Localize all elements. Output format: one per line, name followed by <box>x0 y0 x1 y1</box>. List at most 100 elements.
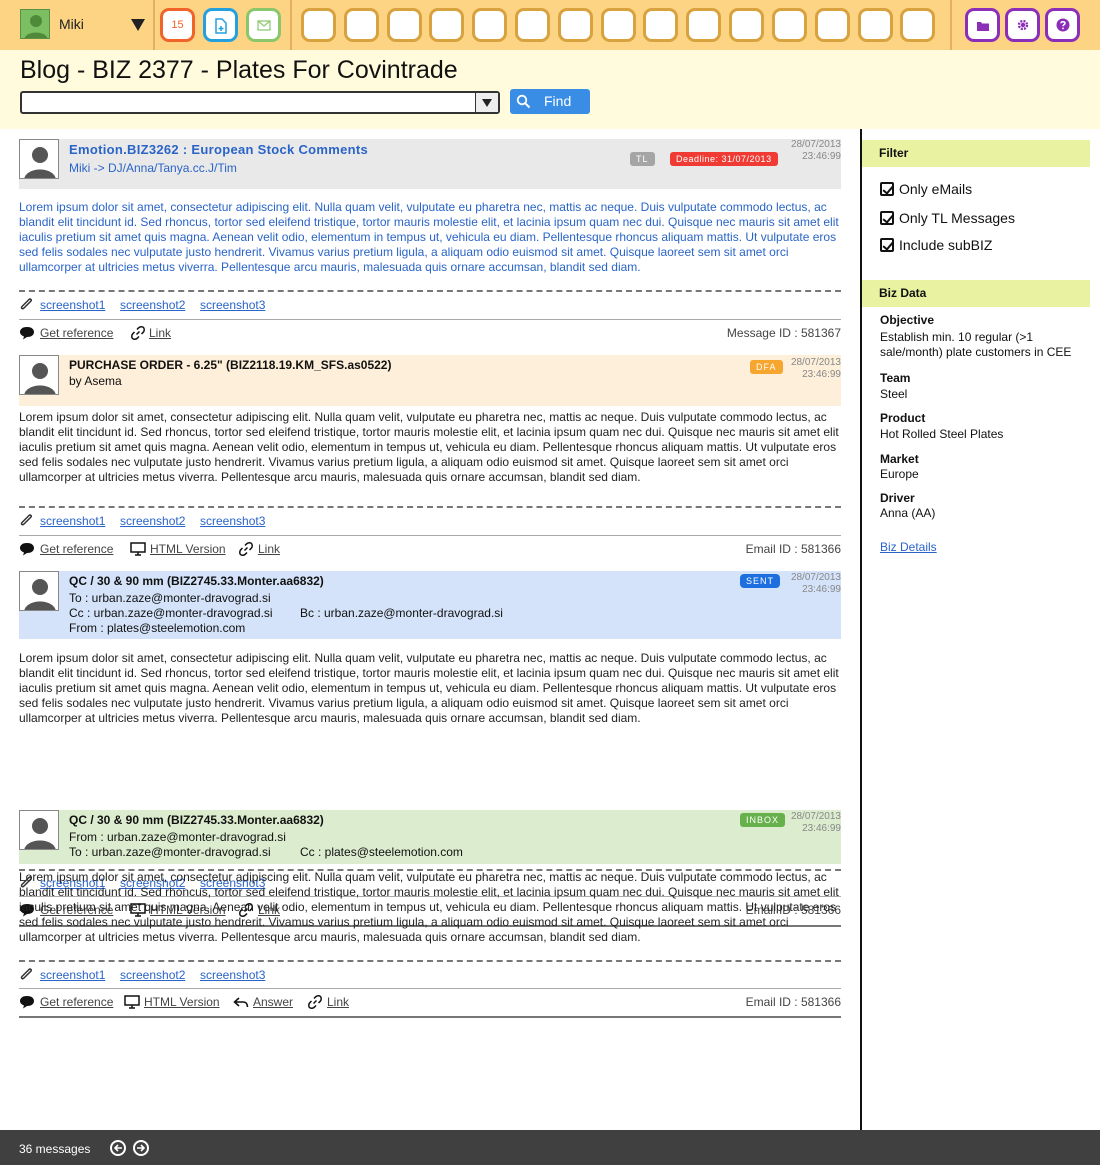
post-header: QC / 30 & 90 mm (BIZ2745.33.Monter.aa683… <box>19 810 841 864</box>
calendar-button[interactable]: 15 <box>160 8 195 42</box>
settings-button[interactable] <box>1005 8 1040 42</box>
previous-page-button[interactable] <box>110 1140 126 1156</box>
post-datetime: 28/07/2013 23:46:99 <box>781 357 841 381</box>
attachment-link[interactable]: screenshot1 <box>40 968 105 982</box>
dfa-badge: DFA <box>750 360 783 374</box>
person-avatar-icon <box>19 139 59 179</box>
user-menu[interactable]: Miki <box>20 9 147 39</box>
toolbar-slot-button[interactable] <box>729 8 764 42</box>
attachment-link[interactable]: screenshot3 <box>200 968 265 982</box>
only-tl-messages-checkbox[interactable] <box>880 211 894 225</box>
post-title-link[interactable]: Emotion.BIZ3262 : European Stock Comment… <box>69 142 368 157</box>
toolbar-slot-button[interactable] <box>858 8 893 42</box>
post-divider <box>19 290 841 292</box>
post-divider <box>19 506 841 508</box>
user-avatar-icon <box>20 9 50 39</box>
search-combobox[interactable] <box>20 91 500 114</box>
post-author: by Asema <box>69 374 122 388</box>
post-title[interactable]: QC / 30 & 90 mm (BIZ2745.33.Monter.aa683… <box>69 574 324 588</box>
html-version-label: HTML Version <box>150 542 226 556</box>
toolbar-slot-button[interactable] <box>643 8 678 42</box>
paperclip-icon <box>20 298 32 310</box>
footer-bar: 36 messages <box>0 1130 1100 1165</box>
email-from: From : plates@steelemotion.com <box>69 621 246 635</box>
filter-section-title: Filter <box>862 140 1090 167</box>
attachment-link[interactable]: screenshot1 <box>40 514 105 528</box>
attachment-link[interactable]: screenshot3 <box>200 298 265 312</box>
toolbar-slot-button[interactable] <box>900 8 935 42</box>
attachment-link[interactable]: screenshot2 <box>120 514 185 528</box>
next-page-button[interactable] <box>133 1140 149 1156</box>
post-date: 28/07/2013 <box>790 572 841 583</box>
only-emails-label[interactable]: Only eMails <box>899 181 972 197</box>
post-datetime: 28/07/2013 23:46:99 <box>781 811 841 835</box>
post-time: 23:46:99 <box>802 151 841 162</box>
person-avatar-icon <box>19 810 59 850</box>
post-divider <box>19 960 841 962</box>
speech-bubble-icon <box>20 543 34 556</box>
message-post: QC / 30 & 90 mm (BIZ2745.33.Monter.aa683… <box>19 571 841 797</box>
post-title[interactable]: PURCHASE ORDER - 6.25" (BIZ2118.19.KM_SF… <box>69 358 391 372</box>
search-dropdown-button[interactable] <box>475 93 498 112</box>
find-button[interactable]: Find <box>510 89 590 114</box>
monitor-icon <box>124 995 140 1009</box>
toolbar-slot-button[interactable] <box>515 8 550 42</box>
deadline-badge: Deadline: 31/07/2013 <box>670 152 778 166</box>
paperclip-icon <box>20 514 32 526</box>
toolbar-slot-button[interactable] <box>772 8 807 42</box>
biz-details-link[interactable]: Biz Details <box>880 540 1090 555</box>
sent-badge: SENT <box>740 574 781 588</box>
post-title[interactable]: QC / 30 & 90 mm (BIZ2745.33.Monter.aa683… <box>69 813 324 827</box>
search-input[interactable] <box>22 93 476 112</box>
link-label: Link <box>327 995 350 1009</box>
attachment-link[interactable]: screenshot1 <box>40 298 105 312</box>
toolbar-slot-button[interactable] <box>301 8 336 42</box>
email-to: To : urban.zaze@monter-dravograd.si <box>69 591 271 605</box>
product-label: Product <box>880 411 926 425</box>
toolbar-slot-button[interactable] <box>472 8 507 42</box>
toolbar-slot-button[interactable] <box>387 8 422 42</box>
toolbar-slot-button[interactable] <box>344 8 379 42</box>
sidebar: Filter Only eMails Only TL Messages Incl… <box>862 129 1100 1130</box>
toolbar-slot-button[interactable] <box>558 8 593 42</box>
email-bc: Bc : urban.zaze@monter-dravograd.si <box>300 606 503 620</box>
folder-button[interactable] <box>965 8 1000 42</box>
include-subbiz-label[interactable]: Include subBIZ <box>899 237 992 253</box>
attachment-link[interactable]: screenshot2 <box>120 968 185 982</box>
help-button[interactable] <box>1045 8 1080 42</box>
market-value: Europe <box>880 467 919 481</box>
objective-label: Objective <box>880 313 935 327</box>
toolbar-slot-button[interactable] <box>686 8 721 42</box>
email-from: From : urban.zaze@monter-dravograd.si <box>69 830 286 844</box>
post-date: 28/07/2013 <box>790 139 841 150</box>
mail-button[interactable] <box>246 8 281 42</box>
include-subbiz-checkbox[interactable] <box>880 238 894 252</box>
attachment-link[interactable]: screenshot2 <box>120 298 185 312</box>
toolbar-slot-button[interactable] <box>429 8 464 42</box>
post-divider <box>19 988 841 989</box>
get-reference-label: Get reference <box>40 995 114 1009</box>
post-body: Lorem ipsum dolor sit amet, consectetur … <box>19 870 839 944</box>
attachment-link[interactable]: screenshot3 <box>200 514 265 528</box>
monitor-icon <box>130 542 146 556</box>
objective-value: Establish min. 10 regular (>1 sale/month… <box>880 330 1072 359</box>
folder-icon <box>977 22 989 31</box>
post-datetime: 28/07/2013 23:46:99 <box>781 139 841 163</box>
find-button-label: Find <box>544 93 572 109</box>
only-tl-messages-label[interactable]: Only TL Messages <box>899 210 1015 226</box>
toolbar-divider <box>950 0 952 50</box>
message-post: Emotion.BIZ3262 : European Stock Comment… <box>19 139 841 340</box>
new-document-button[interactable] <box>203 8 238 42</box>
arrow-right-icon <box>137 1144 146 1152</box>
toolbar-slot-button[interactable] <box>815 8 850 42</box>
post-divider <box>19 1016 841 1018</box>
tl-badge: TL <box>630 152 655 166</box>
only-emails-checkbox[interactable] <box>880 182 894 196</box>
email-cc: Cc : plates@steelemotion.com <box>300 845 463 859</box>
toolbar-slot-button[interactable] <box>601 8 636 42</box>
reply-icon <box>233 997 249 1008</box>
link-label: Link <box>258 542 281 556</box>
toolbar-divider <box>290 0 292 50</box>
chevron-down-icon[interactable] <box>131 19 145 31</box>
calendar-day: 15 <box>171 19 184 31</box>
